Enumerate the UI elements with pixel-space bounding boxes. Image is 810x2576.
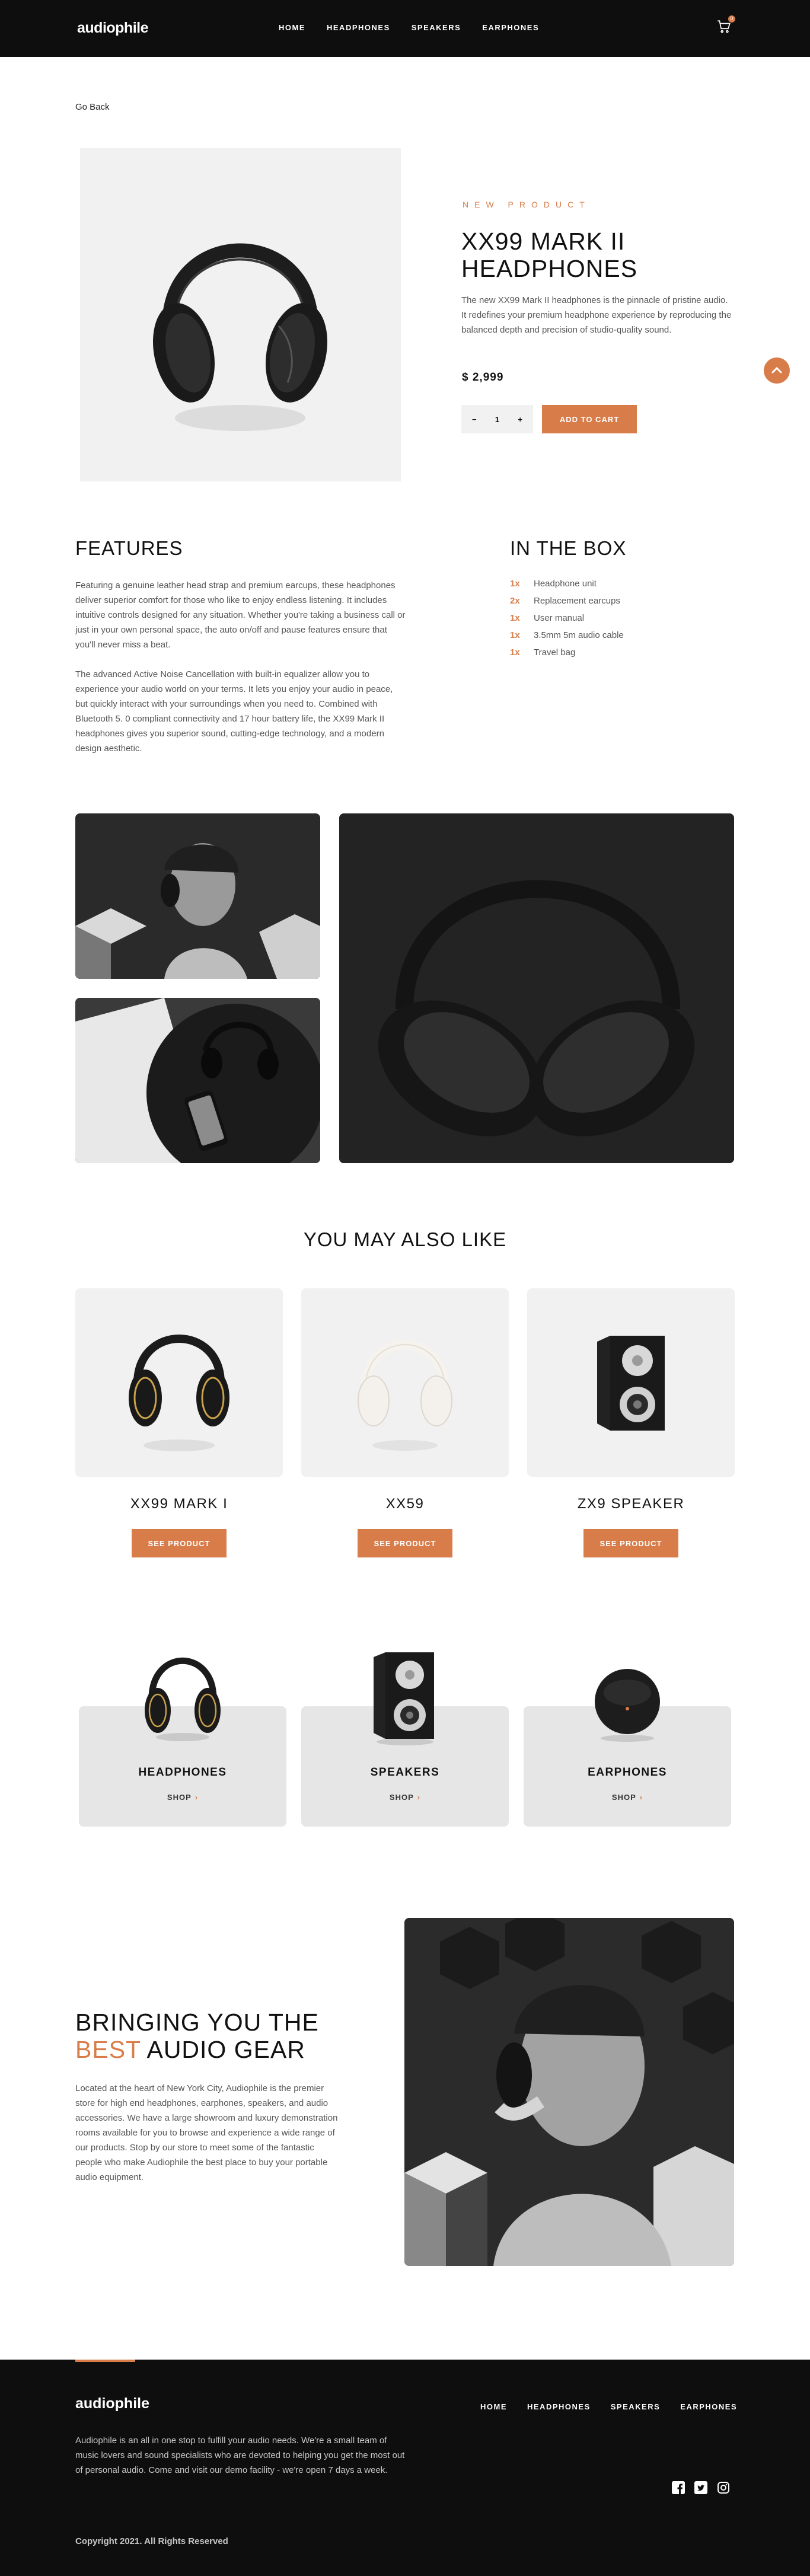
shop-link[interactable]: SHOP ›	[524, 1793, 731, 1802]
recommendation-card-xx59: XX59 SEE PRODUCT	[301, 1288, 509, 1557]
nav-earphones[interactable]: EARPHONES	[482, 23, 539, 32]
item-quantity: 1x	[510, 579, 520, 589]
category-image-earphones	[595, 1669, 660, 1742]
site-footer: audiophile HOME HEADPHONES SPEAKERS EARP…	[0, 2360, 810, 2576]
item-quantity: 2x	[510, 596, 520, 606]
footer-nav-headphones[interactable]: HEADPHONES	[527, 2402, 591, 2411]
recommendation-image	[301, 1288, 509, 1477]
shop-link[interactable]: SHOP ›	[79, 1793, 286, 1802]
footer-nav-earphones[interactable]: EARPHONES	[680, 2402, 737, 2411]
recommendation-name: XX99 MARK I	[130, 1496, 228, 1512]
quantity-stepper: − 1 +	[461, 405, 533, 433]
category-name: SPEAKERS	[370, 1766, 440, 1779]
see-product-button[interactable]: SEE PRODUCT	[132, 1529, 227, 1557]
see-product-button[interactable]: SEE PRODUCT	[583, 1529, 678, 1557]
item-name: Headphone unit	[534, 579, 597, 589]
twitter-icon[interactable]	[694, 2481, 707, 2494]
shop-label: SHOP	[167, 1793, 192, 1802]
about-heading-part-2: AUDIO GEAR	[141, 2036, 305, 2063]
increase-quantity-button[interactable]: +	[518, 415, 522, 424]
footer-nav: HOME HEADPHONES SPEAKERS EARPHONES	[480, 2402, 737, 2411]
copyright: Copyright 2021. All Rights Reserved	[75, 2536, 228, 2546]
category-image-headphones	[145, 1657, 221, 1741]
features-text: Featuring a genuine leather head strap a…	[75, 578, 407, 771]
shop-label: SHOP	[389, 1793, 414, 1802]
cart-count-badge: 0	[728, 15, 735, 23]
footer-accent-bar	[75, 2360, 135, 2362]
see-product-button[interactable]: SEE PRODUCT	[358, 1529, 452, 1557]
list-item: 1x Travel bag	[510, 647, 624, 665]
main-nav: HOME HEADPHONES SPEAKERS EARPHONES	[279, 23, 539, 32]
category-name: HEADPHONES	[138, 1766, 227, 1779]
shop-link[interactable]: SHOP ›	[301, 1793, 509, 1802]
recommendation-name: ZX9 SPEAKER	[577, 1496, 685, 1512]
about-heading-part-1: BRINGING YOU THE	[75, 2009, 319, 2036]
recommendation-name: XX59	[385, 1496, 425, 1512]
scroll-to-top-button[interactable]	[764, 357, 790, 384]
features-paragraph-1: Featuring a genuine leather head strap a…	[75, 580, 406, 650]
new-product-overline: NEW PRODUCT	[463, 200, 591, 209]
quantity-value: 1	[495, 414, 500, 424]
list-item: 1x Headphone unit	[510, 579, 624, 596]
add-to-cart-button[interactable]: ADD TO CART	[542, 405, 637, 433]
about-heading: BRINGING YOU THE BEST AUDIO GEAR	[75, 2009, 336, 2063]
list-item: 1x 3.5mm 5m audio cable	[510, 630, 624, 647]
item-name: 3.5mm 5m audio cable	[534, 630, 624, 640]
item-name: User manual	[534, 613, 585, 623]
footer-logo[interactable]: audiophile	[75, 2395, 149, 2412]
list-item: 2x Replacement earcups	[510, 596, 624, 613]
footer-nav-home[interactable]: HOME	[480, 2402, 507, 2411]
instagram-icon[interactable]	[717, 2481, 730, 2494]
social-links	[672, 2481, 730, 2494]
chevron-right-icon: ›	[417, 1793, 421, 1802]
you-may-also-like-heading: YOU MAY ALSO LIKE	[303, 1228, 507, 1250]
item-quantity: 1x	[510, 647, 520, 657]
gallery-image-headphones-on-table	[75, 998, 320, 1163]
in-the-box-list: 1x Headphone unit 2x Replacement earcups 1…	[510, 579, 624, 665]
nav-speakers[interactable]: SPEAKERS	[412, 23, 461, 32]
about-heading-accent: BEST	[75, 2036, 141, 2063]
site-header: audiophile HOME HEADPHONES SPEAKERS EARP…	[0, 0, 810, 57]
chevron-right-icon: ›	[639, 1793, 643, 1802]
footer-nav-speakers[interactable]: SPEAKERS	[611, 2402, 661, 2411]
product-title: XX99 MARK II HEADPHONES	[461, 228, 638, 282]
item-quantity: 1x	[510, 613, 520, 623]
recommendation-card-zx9-speaker: ZX9 SPEAKER SEE PRODUCT	[527, 1288, 735, 1557]
logo[interactable]: audiophile	[77, 20, 149, 37]
item-quantity: 1x	[510, 630, 520, 640]
item-name: Travel bag	[534, 647, 576, 657]
recommendation-image	[75, 1288, 283, 1477]
go-back-link[interactable]: Go Back	[75, 102, 110, 112]
product-description: The new XX99 Mark II headphones is the p…	[461, 295, 732, 335]
product-image	[80, 148, 401, 481]
recommendation-image	[527, 1288, 735, 1477]
about-text: Located at the heart of New York City, A…	[75, 2083, 338, 2182]
category-name: EARPHONES	[588, 1766, 667, 1779]
chevron-right-icon: ›	[194, 1793, 199, 1802]
features-paragraph-2: The advanced Active Noise Cancellation w…	[75, 669, 393, 754]
chevron-up-icon	[771, 366, 782, 374]
footer-description: Audiophile is an all in one stop to fulf…	[75, 2435, 405, 2475]
decrease-quantity-button[interactable]: −	[472, 415, 477, 424]
product-price: $ 2,999	[462, 371, 504, 384]
features-heading: FEATURES	[75, 537, 183, 559]
nav-home[interactable]: HOME	[279, 23, 305, 32]
in-the-box-heading: IN THE BOX	[510, 537, 627, 559]
gallery-image-man-with-headphones	[75, 813, 320, 979]
category-image-speakers	[374, 1652, 434, 1745]
gallery-image-headphones-closeup	[339, 813, 734, 1163]
about-image-man-with-headphones	[404, 1918, 734, 2266]
list-item: 1x User manual	[510, 613, 624, 630]
nav-headphones[interactable]: HEADPHONES	[327, 23, 390, 32]
item-name: Replacement earcups	[534, 596, 620, 606]
facebook-icon[interactable]	[672, 2481, 685, 2494]
recommendation-card-xx99-mark-i: XX99 MARK I SEE PRODUCT	[75, 1288, 283, 1557]
shop-label: SHOP	[611, 1793, 636, 1802]
